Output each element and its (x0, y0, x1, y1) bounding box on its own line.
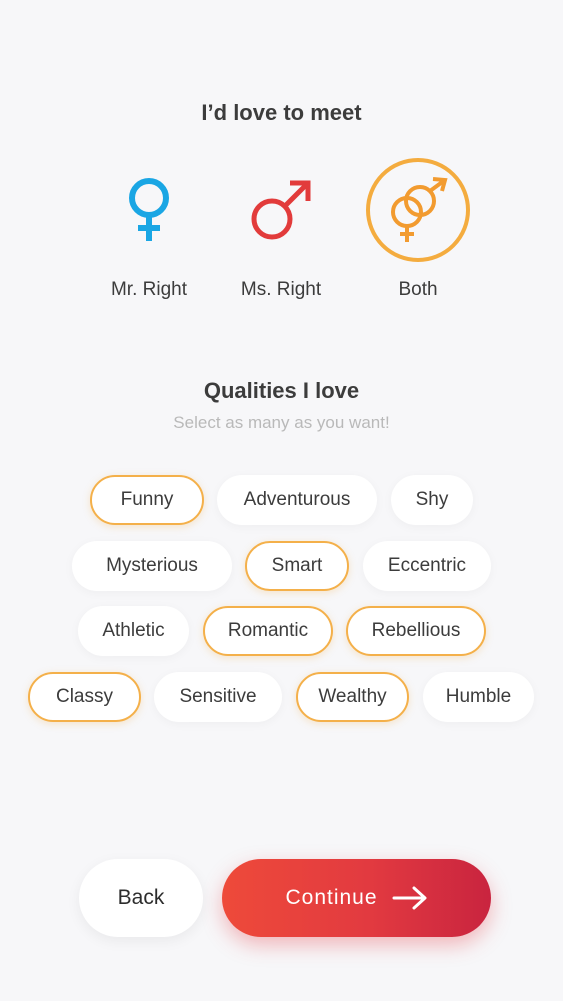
option-both-icon-wrap (366, 158, 470, 262)
chip-humble[interactable]: Humble (423, 672, 534, 722)
chip-wealthy[interactable]: Wealthy (296, 672, 409, 722)
chip-romantic[interactable]: Romantic (203, 606, 333, 656)
option-both[interactable]: Both (348, 158, 488, 301)
option-mr-right-label: Mr. Right (110, 279, 188, 300)
female-symbol-icon (129, 178, 169, 241)
option-ms-right[interactable]: Ms. Right (211, 158, 351, 301)
back-button-label: Back (117, 886, 165, 909)
chip-funny[interactable]: Funny (90, 475, 204, 525)
chip-athletic[interactable]: Athletic (78, 606, 189, 656)
chip-mysterious[interactable]: Mysterious (72, 541, 232, 591)
continue-button-label: Continue (285, 886, 378, 909)
chip-classy[interactable]: Classy (28, 672, 141, 722)
male-symbol-icon (251, 180, 311, 240)
option-ms-right-label: Ms. Right (240, 279, 322, 300)
continue-button[interactable]: Continue (222, 859, 491, 937)
option-mr-right-icon-wrap (97, 158, 201, 262)
chip-sensitive[interactable]: Sensitive (154, 672, 282, 722)
qualities-subtitle: Select as many as you want! (173, 413, 390, 432)
qualities-title: Qualities I love (203, 378, 360, 403)
option-mr-right[interactable]: Mr. Right (79, 158, 219, 301)
chip-eccentric[interactable]: Eccentric (363, 541, 491, 591)
chip-smart[interactable]: Smart (245, 541, 349, 591)
meet-title: I’d love to meet (201, 100, 362, 125)
option-ms-right-icon-wrap (229, 158, 333, 262)
chip-rebellious[interactable]: Rebellious (346, 606, 486, 656)
chip-shy[interactable]: Shy (391, 475, 473, 525)
arrow-right-icon (392, 886, 428, 910)
back-button[interactable]: Back (79, 859, 203, 937)
chip-adventurous[interactable]: Adventurous (217, 475, 377, 525)
intertwined-gender-symbols-icon (391, 177, 448, 242)
option-both-label: Both (398, 279, 438, 300)
